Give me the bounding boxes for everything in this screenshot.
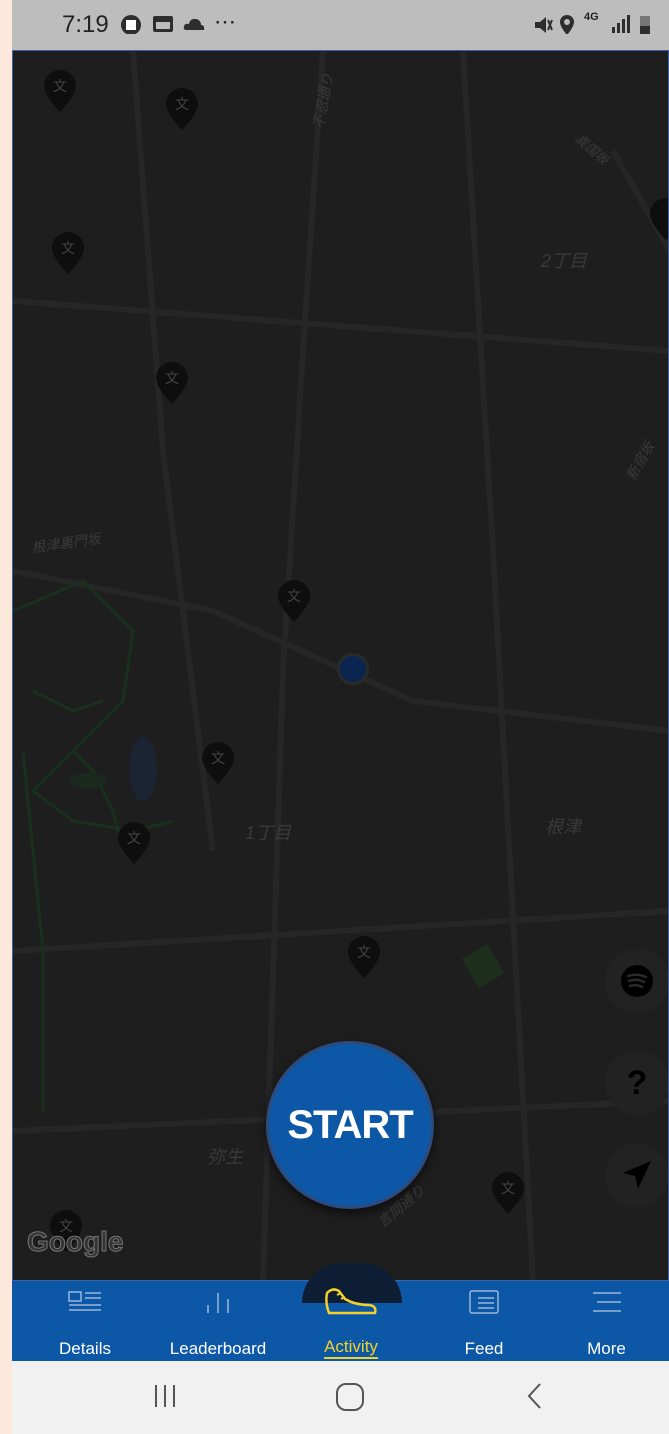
tab-activity-label: Activity	[324, 1337, 378, 1359]
school-pin-icon[interactable]: 文	[43, 69, 77, 113]
tab-leaderboard-label: Leaderboard	[169, 1339, 267, 1358]
school-pin-icon[interactable]	[649, 197, 669, 241]
more-notifications-icon: ⋯	[214, 9, 236, 34]
school-pin-icon[interactable]: 文	[347, 935, 381, 979]
recent-apps-button[interactable]	[152, 1381, 178, 1411]
tab-details[interactable]: Details	[12, 1281, 158, 1361]
school-pin-icon[interactable]: 文	[155, 361, 189, 405]
feed-icon	[469, 1290, 499, 1314]
map-label: 1丁目	[245, 823, 292, 843]
school-pin-icon[interactable]: 文	[491, 1171, 525, 1215]
back-button[interactable]	[522, 1381, 548, 1411]
current-location-dot	[337, 653, 369, 685]
details-icon	[68, 1291, 101, 1311]
map-label: 弥生	[207, 1147, 243, 1167]
running-shoe-icon	[325, 1288, 377, 1315]
start-button[interactable]: START	[266, 1041, 434, 1209]
question-icon: ?	[626, 1063, 648, 1102]
spotify-icon	[621, 965, 653, 997]
svg-text:文: 文	[175, 97, 189, 113]
help-button[interactable]: ?	[605, 1051, 668, 1115]
tab-more[interactable]: More	[544, 1281, 669, 1361]
map-label: 2丁目	[541, 251, 588, 271]
tab-activity[interactable]: Activity	[278, 1281, 424, 1361]
svg-text:文: 文	[61, 241, 75, 257]
menu-icon	[592, 1292, 621, 1312]
google-attribution: Google	[26, 1226, 124, 1258]
signal-icon	[612, 15, 630, 33]
svg-text:文: 文	[127, 831, 141, 847]
home-button[interactable]	[334, 1381, 366, 1413]
svg-text:文: 文	[53, 79, 67, 95]
school-pin-icon[interactable]: 文	[277, 579, 311, 623]
svg-text:文: 文	[165, 371, 179, 387]
school-pin-icon[interactable]: 文	[201, 741, 235, 785]
system-navigation-bar	[12, 1361, 669, 1434]
map-view[interactable]: 2丁目 根津裏門坂 1丁目 根津 弥生 言問通り 不忍通り 新宿坂 異国坂 文 …	[12, 50, 669, 1281]
map-label: 根津	[545, 817, 581, 837]
battery-icon	[640, 16, 650, 34]
calendar-icon	[153, 16, 173, 32]
tab-leaderboard[interactable]: Leaderboard	[158, 1281, 278, 1361]
tab-feed-label: Feed	[464, 1339, 504, 1358]
spotify-button[interactable]	[605, 949, 668, 1013]
svg-text:文: 文	[287, 589, 301, 605]
leaderboard-icon	[207, 1293, 229, 1313]
svg-text:文: 文	[501, 1181, 515, 1197]
school-pin-icon[interactable]: 文	[165, 87, 199, 131]
location-icon	[560, 15, 574, 34]
status-time: 7:19	[62, 11, 109, 38]
school-pin-icon[interactable]: 文	[117, 821, 151, 865]
navigation-arrow-icon	[623, 1161, 651, 1189]
mute-icon	[535, 17, 553, 33]
start-button-label: START	[287, 1102, 413, 1147]
svg-text:文: 文	[357, 945, 371, 961]
network-type: 4G	[584, 11, 599, 23]
app-notification-icon	[121, 15, 141, 34]
tab-details-label: Details	[59, 1339, 111, 1358]
tab-more-label: More	[587, 1339, 626, 1358]
bottom-navigation: Details Leaderboard Activity Feed More	[12, 1263, 669, 1361]
school-pin-icon[interactable]: 文	[51, 231, 85, 275]
status-bar: 7:19 ⋯ 4G	[12, 0, 669, 50]
tab-feed[interactable]: Feed	[424, 1281, 544, 1361]
cloud-icon	[183, 18, 205, 30]
recenter-button[interactable]	[605, 1143, 668, 1207]
svg-text:文: 文	[211, 751, 225, 767]
